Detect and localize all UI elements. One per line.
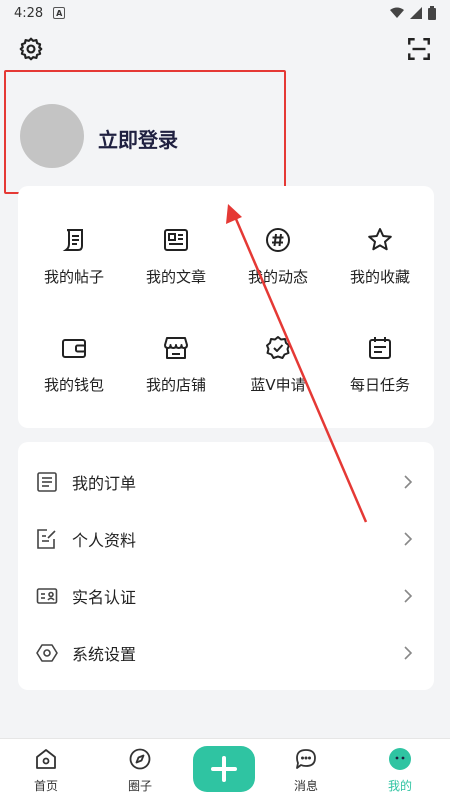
message-icon (296, 749, 316, 769)
list-label: 实名认证 (72, 587, 137, 607)
list-label: 我的订单 (72, 473, 137, 493)
gear-icon[interactable] (18, 36, 44, 62)
home-icon (36, 749, 56, 769)
plus-icon (211, 756, 237, 782)
grid-label: 我的动态 (247, 268, 308, 286)
grid-item-articles[interactable]: 我的文章 (124, 226, 228, 306)
battery-icon (428, 6, 436, 20)
list-item-real-name[interactable]: 实名认证 (18, 567, 434, 624)
article-icon (164, 229, 188, 251)
list-item-orders[interactable]: 我的订单 (18, 453, 434, 510)
grid-item-favorites[interactable]: 我的收藏 (328, 226, 432, 306)
grid-label: 我的收藏 (349, 268, 410, 286)
chevron-right-icon (404, 645, 413, 660)
feature-grid-card: 我的帖子 我的文章 我的动态 我的收藏 我的钱包 我的店铺 蓝V申请 每日任务 (18, 186, 434, 428)
nav-messages[interactable]: 消息 (276, 747, 336, 794)
id-card-icon (36, 587, 58, 604)
notification-badge: A (53, 7, 66, 19)
list-label: 个人资料 (72, 530, 137, 550)
list-item-system-settings[interactable]: 系统设置 (18, 624, 434, 681)
list-item-profile[interactable]: 个人资料 (18, 510, 434, 567)
grid-label: 蓝V申请 (250, 376, 306, 394)
status-bar: 4:28 A (0, 0, 450, 26)
grid-label: 我的店铺 (145, 376, 206, 394)
add-post-button[interactable] (193, 746, 255, 792)
profile-face-icon (389, 748, 411, 770)
grid-item-posts[interactable]: 我的帖子 (22, 226, 126, 306)
screen: 4:28 A 立即登录 我的帖子 我的文章 我的动态 我的收藏 我的钱包 我的店… (0, 0, 450, 800)
grid-label: 我的文章 (145, 268, 206, 286)
post-icon (62, 229, 83, 251)
profile-login-area[interactable]: 立即登录 (4, 70, 286, 194)
status-time: 4:28 (14, 5, 44, 21)
compass-icon (129, 748, 151, 770)
settings-hex-icon (36, 643, 58, 662)
nav-mine[interactable]: 我的 (370, 747, 430, 794)
chevron-right-icon (404, 588, 413, 603)
top-bar (0, 34, 450, 64)
profile-edit-icon (37, 528, 56, 549)
nav-label: 圈子 (127, 779, 152, 793)
grid-item-blue-v[interactable]: 蓝V申请 (226, 334, 330, 414)
wifi-icon (390, 7, 404, 18)
login-label[interactable]: 立即登录 (98, 124, 178, 153)
status-icons (390, 6, 436, 20)
list-label: 系统设置 (72, 644, 137, 664)
hashtag-icon (266, 228, 290, 252)
verified-badge-icon (266, 336, 290, 359)
grid-item-daily-task[interactable]: 每日任务 (328, 334, 432, 414)
signal-icon (410, 7, 422, 19)
nav-label: 消息 (293, 779, 318, 793)
chevron-right-icon (404, 531, 413, 546)
wallet-icon (62, 339, 86, 358)
avatar[interactable] (20, 104, 84, 168)
nav-label: 我的 (387, 779, 412, 793)
grid-label: 每日任务 (349, 376, 410, 394)
nav-label: 首页 (33, 779, 58, 793)
chevron-right-icon (404, 474, 413, 489)
menu-list-card: 我的订单 个人资料 实名认证 系统设置 (18, 442, 434, 690)
grid-item-moments[interactable]: 我的动态 (226, 226, 330, 306)
store-icon (164, 337, 188, 359)
grid-label: 我的帖子 (43, 268, 104, 286)
star-icon (368, 228, 392, 251)
nav-circles[interactable]: 圈子 (110, 747, 170, 794)
grid-item-wallet[interactable]: 我的钱包 (22, 334, 126, 414)
nav-home[interactable]: 首页 (16, 747, 76, 794)
grid-label: 我的钱包 (43, 376, 104, 394)
calendar-icon (369, 337, 391, 359)
grid-item-store[interactable]: 我的店铺 (124, 334, 228, 414)
order-icon (37, 471, 57, 492)
scan-icon[interactable] (406, 36, 432, 62)
